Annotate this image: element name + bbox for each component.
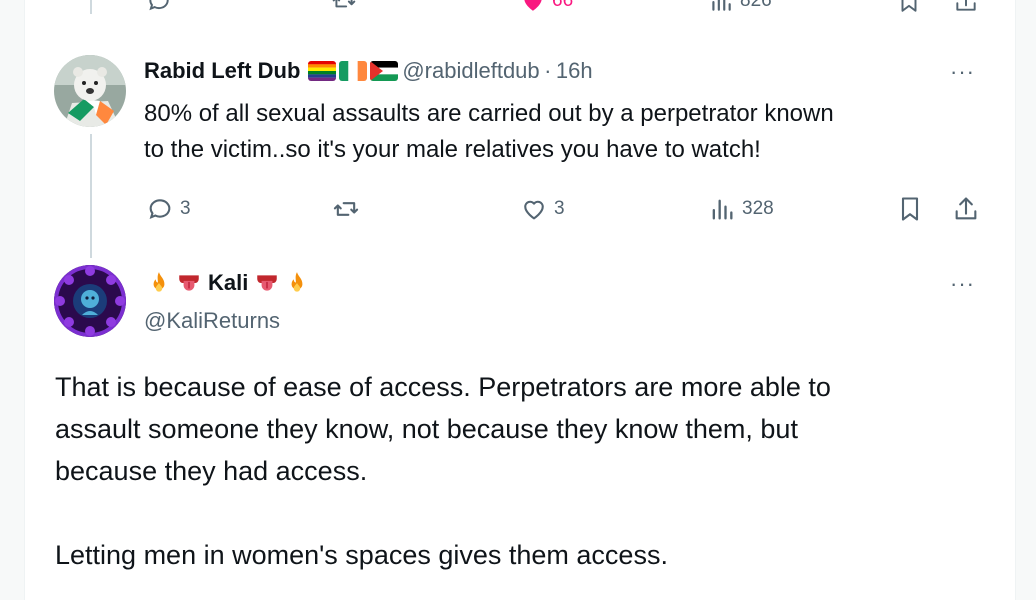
top-reply-button[interactable] xyxy=(146,0,172,14)
thread-connector-top xyxy=(90,0,92,14)
reply-icon xyxy=(149,0,169,11)
retweet-icon xyxy=(332,0,356,8)
top-like-count: 66 xyxy=(552,0,574,11)
author-name[interactable]: Rabid Left Dub xyxy=(144,58,300,83)
views-icon xyxy=(712,0,731,11)
separator: · xyxy=(544,58,552,83)
like-icon xyxy=(524,200,544,220)
top-bookmark-button[interactable] xyxy=(896,0,922,14)
like-button[interactable]: 3 xyxy=(520,195,565,223)
reply-count: 3 xyxy=(180,198,191,219)
top-share-button[interactable] xyxy=(953,0,979,14)
bookmark-icon xyxy=(901,197,919,221)
tweet-text-line: because they had access. xyxy=(55,456,368,486)
irish-flag-icon xyxy=(338,61,367,81)
bookmark-icon xyxy=(901,0,917,12)
tongue-icon xyxy=(257,275,278,291)
more-options-button[interactable]: ··· xyxy=(950,273,975,295)
share-icon xyxy=(956,0,976,11)
top-retweet-button[interactable] xyxy=(330,0,358,14)
tweet-text-line: to the victim..so it's your male relativ… xyxy=(144,136,761,163)
reply-button[interactable]: 3 xyxy=(146,195,191,223)
more-options-button[interactable]: ··· xyxy=(950,61,975,83)
reply-icon xyxy=(149,199,171,219)
retweet-icon xyxy=(333,202,359,216)
top-like-button[interactable]: 66 xyxy=(520,0,573,14)
fire-icon xyxy=(291,272,303,292)
like-count: 3 xyxy=(554,198,565,219)
share-button[interactable] xyxy=(952,195,980,223)
retweet-button[interactable] xyxy=(330,195,362,223)
avatar[interactable] xyxy=(54,265,126,337)
tweet-text: That is because of ease of access. Perpe… xyxy=(55,366,831,576)
like-icon xyxy=(524,0,542,11)
views-icon xyxy=(712,199,733,220)
thread-connector xyxy=(90,134,92,258)
tweet-text-line: assault someone they know, not because t… xyxy=(55,414,798,444)
palestine-flag-icon xyxy=(369,61,398,81)
views-button[interactable]: 328 xyxy=(708,195,774,223)
top-views-count: 826 xyxy=(740,0,772,11)
tweet-text: 80% of all sexual assaults are carried o… xyxy=(144,96,834,168)
mandala-avatar-image xyxy=(54,265,126,337)
polar-bear-avatar-image xyxy=(54,55,126,127)
reply2-name-row: Kali xyxy=(144,270,312,296)
share-icon xyxy=(955,197,977,220)
timestamp[interactable]: 16h xyxy=(556,58,593,83)
tweet-text-line: Letting men in women's spaces gives them… xyxy=(55,540,668,570)
top-views-button[interactable]: 826 xyxy=(708,0,772,14)
tongue-icon xyxy=(179,275,199,291)
author-handle[interactable]: @rabidleftdub xyxy=(402,58,539,83)
tweet-text-line: That is because of ease of access. Perpe… xyxy=(55,372,831,402)
reply1-header: Rabid Left Dub @rabidleftdub · 16h xyxy=(144,58,593,84)
fire-icon xyxy=(153,272,165,292)
bookmark-button[interactable] xyxy=(896,195,924,223)
rainbow-flag-icon xyxy=(307,61,336,81)
views-count: 328 xyxy=(742,198,774,219)
tweet-text-line: 80% of all sexual assaults are carried o… xyxy=(144,100,834,127)
avatar[interactable] xyxy=(54,55,126,127)
author-name[interactable]: Kali xyxy=(208,270,248,296)
author-handle[interactable]: @KaliReturns xyxy=(144,308,280,334)
